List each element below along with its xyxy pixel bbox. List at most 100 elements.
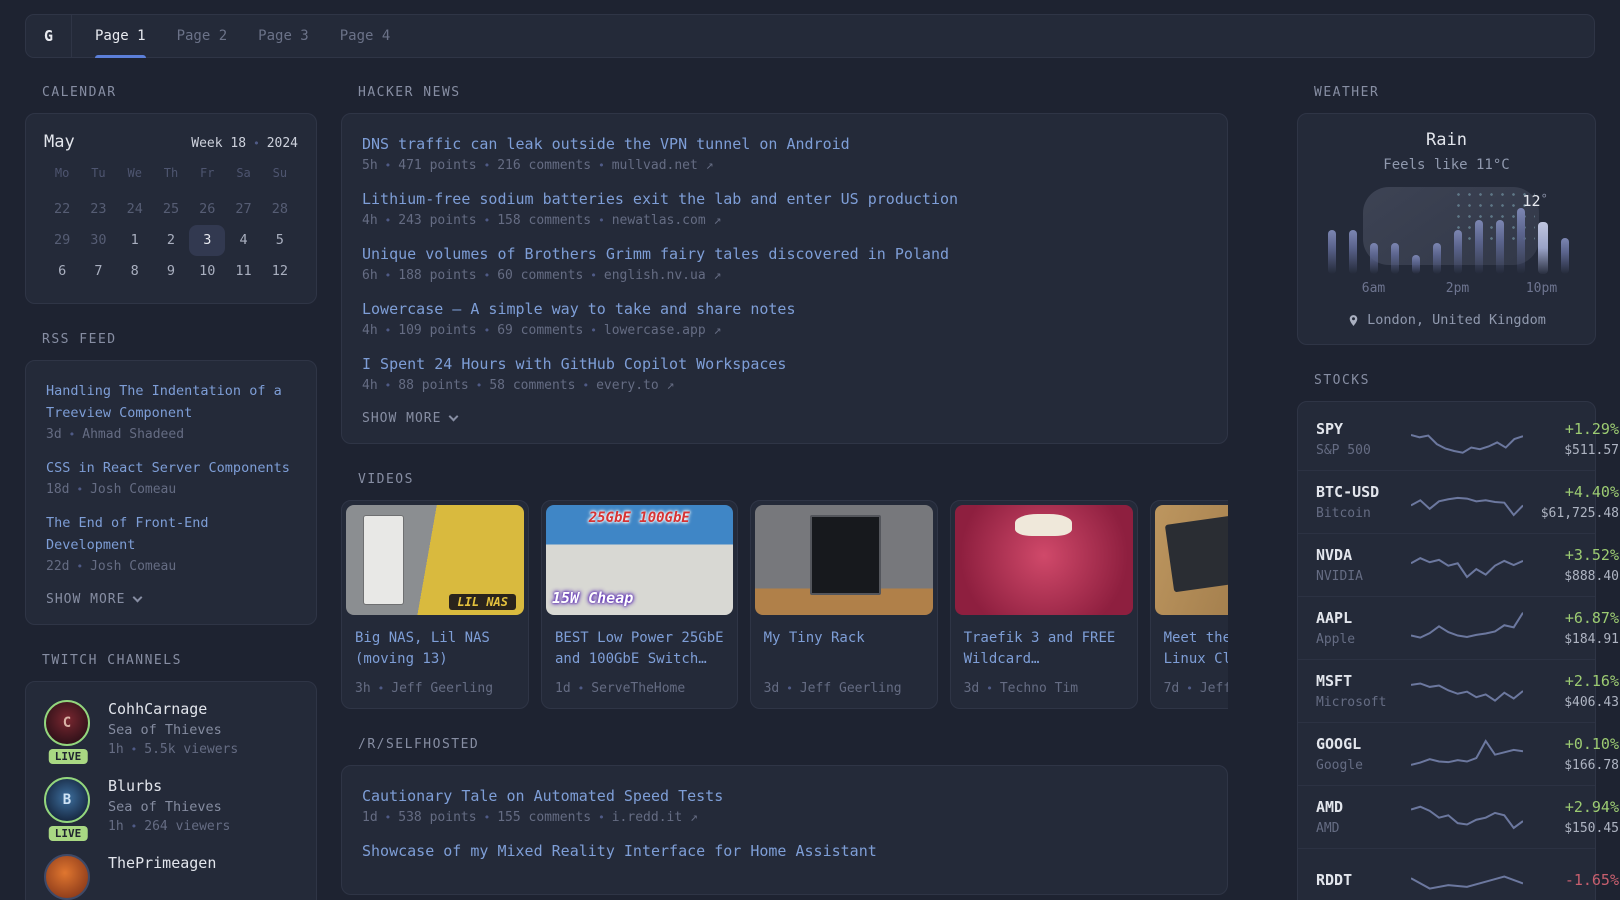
stock-row[interactable]: AAPL Apple +6.87% $184.91 bbox=[1298, 596, 1595, 659]
weather-bar bbox=[1412, 255, 1420, 274]
article-link[interactable]: Unique volumes of Brothers Grimm fairy t… bbox=[362, 245, 949, 263]
calendar-day: 22 bbox=[44, 194, 80, 225]
rss-show-more-button[interactable]: SHOW MORE bbox=[46, 592, 296, 607]
video-info: Traefik 3 and FREE Wildcard… 3d•Techno T… bbox=[951, 619, 1137, 708]
calendar-day: 9 bbox=[153, 256, 189, 287]
video-thumbnail[interactable]: LIL NAS bbox=[346, 505, 524, 615]
stock-name: S&P 500 bbox=[1316, 443, 1411, 458]
calendar-weekday-row: Mo Tu We Th Fr Sa Su bbox=[44, 166, 298, 194]
article-link[interactable]: Handling The Indentation of a Treeview C… bbox=[46, 383, 282, 421]
video-thumbnail[interactable] bbox=[755, 505, 933, 615]
video-thumbnail[interactable] bbox=[955, 505, 1133, 615]
thumbnail-caption: 25GbE 100GbE bbox=[546, 510, 733, 526]
page-tab[interactable]: Page 2 bbox=[177, 15, 228, 57]
video-thumbnail[interactable]: FAS bbox=[1155, 505, 1228, 615]
stock-row[interactable]: NVDA NVIDIA +3.52% $888.40 bbox=[1298, 533, 1595, 596]
stock-row[interactable]: SPY S&P 500 +1.29% $511.57 bbox=[1298, 407, 1595, 470]
twitch-channel[interactable]: C LIVE CohhCarnage Sea of Thieves 1h•5.5… bbox=[44, 700, 298, 757]
video-title-link[interactable]: BEST Low Power 25GbE and 100GbE Switch… bbox=[555, 628, 724, 672]
video-card[interactable]: Traefik 3 and FREE Wildcard… 3d•Techno T… bbox=[950, 500, 1138, 709]
feed-item: The End of Front-End Development 22d•Jos… bbox=[46, 512, 296, 574]
app-logo[interactable]: G bbox=[26, 15, 72, 57]
article-link[interactable]: Lithium-free sodium batteries exit the l… bbox=[362, 190, 958, 208]
article-link[interactable]: Showcase of my Mixed Reality Interface f… bbox=[362, 842, 877, 860]
calendar-month: May bbox=[44, 132, 75, 152]
channel-avatar[interactable]: B LIVE bbox=[44, 777, 92, 834]
video-title-link[interactable]: Big NAS, Lil NAS (moving 13) bbox=[355, 628, 515, 672]
weather-bar bbox=[1561, 238, 1569, 274]
stock-price: $184.91 bbox=[1523, 632, 1619, 647]
calendar-heading: CALENDAR bbox=[25, 85, 317, 100]
video-title-link[interactable]: Traefik 3 and FREE Wildcard… bbox=[964, 628, 1124, 672]
stock-price: $150.45 bbox=[1523, 821, 1619, 836]
video-card[interactable]: FAS Meet the Linux Clu 7d•Jeff bbox=[1150, 500, 1228, 709]
calendar-weekday: Su bbox=[262, 166, 298, 188]
article-link[interactable]: DNS traffic can leak outside the VPN tun… bbox=[362, 135, 850, 153]
reddit-heading: /R/SELFHOSTED bbox=[341, 737, 1228, 752]
channel-avatar[interactable]: C LIVE bbox=[44, 700, 92, 757]
stock-name: NVIDIA bbox=[1316, 569, 1411, 584]
hackernews-widget: DNS traffic can leak outside the VPN tun… bbox=[341, 113, 1228, 444]
stock-symbol-block: SPY S&P 500 bbox=[1316, 420, 1411, 458]
calendar-day: 24 bbox=[117, 194, 153, 225]
stock-symbol-block: BTC-USD Bitcoin bbox=[1316, 483, 1411, 521]
weather-bar bbox=[1517, 208, 1525, 274]
article-link[interactable]: The End of Front-End Development bbox=[46, 515, 209, 553]
channel-avatar[interactable] bbox=[44, 854, 92, 900]
stock-sparkline bbox=[1411, 861, 1523, 899]
stock-row[interactable]: MSFT Microsoft +2.16% $406.43 bbox=[1298, 659, 1595, 722]
page-tab[interactable]: Page 4 bbox=[340, 15, 391, 57]
calendar-weekday: Mo bbox=[44, 166, 80, 188]
stock-row[interactable]: RDDT -1.65% bbox=[1298, 848, 1595, 900]
calendar-day: 30 bbox=[80, 225, 116, 256]
video-card[interactable]: 25GbE 100GbE 15W Cheap BEST Low Power 25… bbox=[541, 500, 738, 709]
stock-symbol: GOOGL bbox=[1316, 735, 1411, 753]
stock-change: +4.40% bbox=[1523, 483, 1619, 501]
hackernews-show-more-button[interactable]: SHOW MORE bbox=[362, 411, 1207, 426]
article-link[interactable]: Cautionary Tale on Automated Speed Tests bbox=[362, 787, 723, 805]
video-thumbnail[interactable]: 25GbE 100GbE 15W Cheap bbox=[546, 505, 733, 615]
calendar-day: 12 bbox=[262, 256, 298, 287]
weather-bar bbox=[1349, 230, 1357, 274]
calendar-day: 6 bbox=[44, 256, 80, 287]
video-title-link[interactable]: My Tiny Rack bbox=[764, 628, 924, 672]
calendar-week-label: Week 18•2024 bbox=[191, 136, 298, 151]
article-link[interactable]: Lowercase – A simple way to take and sha… bbox=[362, 300, 795, 318]
stock-row[interactable]: GOOGL Google +0.10% $166.78 bbox=[1298, 722, 1595, 785]
article-meta: 1d•538 points•155 comments•i.redd.it ↗ bbox=[362, 810, 1207, 825]
video-card[interactable]: LIL NAS Big NAS, Lil NAS (moving 13) 3h•… bbox=[341, 500, 529, 709]
article-link[interactable]: I Spent 24 Hours with GitHub Copilot Wor… bbox=[362, 355, 786, 373]
channel-name-link[interactable]: Blurbs bbox=[108, 777, 230, 795]
weather-widget: Rain Feels like 11°C 12° 6am 2pm 10pm bbox=[1297, 113, 1596, 345]
stock-sparkline bbox=[1411, 798, 1523, 836]
channel-info: Blurbs Sea of Thieves 1h•264 viewers bbox=[108, 777, 230, 834]
stock-change: +1.29% bbox=[1523, 420, 1619, 438]
video-card[interactable]: My Tiny Rack 3d•Jeff Geerling bbox=[750, 500, 938, 709]
thumbnail-caption: LIL NAS bbox=[449, 594, 516, 610]
page-tab[interactable]: Page 3 bbox=[258, 15, 309, 57]
page-tab[interactable]: Page 1 bbox=[95, 15, 146, 57]
live-badge: LIVE bbox=[49, 826, 88, 841]
videos-row[interactable]: LIL NAS Big NAS, Lil NAS (moving 13) 3h•… bbox=[341, 500, 1228, 709]
stock-symbol: RDDT bbox=[1316, 871, 1411, 889]
avatar-letter: B bbox=[63, 792, 71, 808]
article-link[interactable]: CSS in React Server Components bbox=[46, 460, 290, 476]
article-meta: 22d•Josh Comeau bbox=[46, 559, 296, 574]
stocks-heading: STOCKS bbox=[1297, 373, 1596, 388]
chevron-down-icon bbox=[133, 593, 143, 603]
channel-name-link[interactable]: CohhCarnage bbox=[108, 700, 238, 718]
stock-row[interactable]: AMD AMD +2.94% $150.45 bbox=[1298, 785, 1595, 848]
weather-bar bbox=[1454, 230, 1462, 274]
twitch-channel[interactable]: ThePrimeagen bbox=[44, 854, 298, 900]
reddit-widget: Cautionary Tale on Automated Speed Tests… bbox=[341, 765, 1228, 895]
video-info: Big NAS, Lil NAS (moving 13) 3h•Jeff Gee… bbox=[342, 619, 528, 708]
stock-symbol-block: MSFT Microsoft bbox=[1316, 672, 1411, 710]
video-title-link[interactable]: Meet the Linux Clu bbox=[1164, 628, 1228, 672]
weather-feels-like: Feels like 11°C bbox=[1314, 157, 1579, 173]
channel-name-link[interactable]: ThePrimeagen bbox=[108, 854, 216, 872]
stock-row[interactable]: BTC-USD Bitcoin +4.40% $61,725.48 bbox=[1298, 470, 1595, 533]
twitch-channel[interactable]: B LIVE Blurbs Sea of Thieves 1h•264 view… bbox=[44, 777, 298, 834]
avatar: B bbox=[44, 777, 90, 823]
stock-symbol: NVDA bbox=[1316, 546, 1411, 564]
calendar-day: 5 bbox=[262, 225, 298, 256]
